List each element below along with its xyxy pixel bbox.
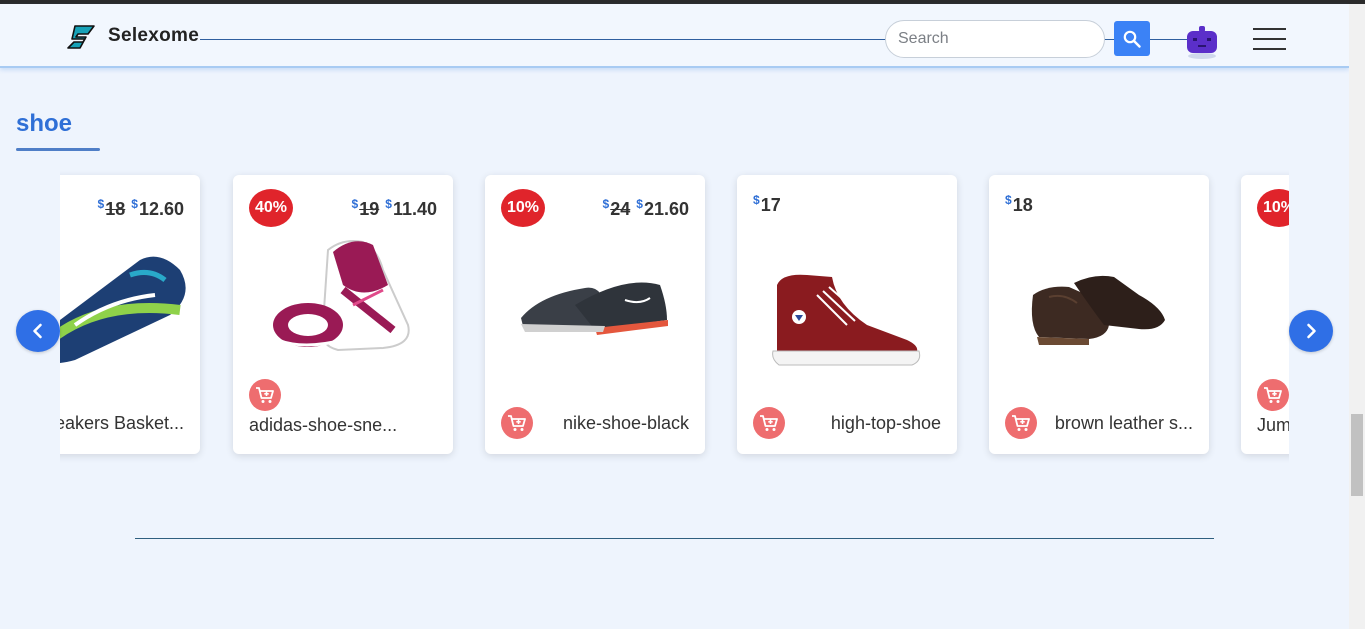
product-name[interactable]: Jum: [1257, 415, 1289, 436]
page-scrollbar[interactable]: [1349, 4, 1365, 629]
product-image[interactable]: [60, 220, 200, 370]
discount-badge: 10%: [1257, 189, 1289, 227]
product-card[interactable]: $17 high-top-shoe: [737, 175, 957, 454]
add-to-cart-icon: [508, 415, 526, 431]
section-underline: [16, 148, 100, 151]
price: 18: [1012, 195, 1033, 215]
add-to-cart-button[interactable]: [753, 407, 785, 439]
price-group: $18 $12.60: [97, 197, 184, 219]
carousel-next-button[interactable]: [1289, 310, 1333, 352]
hamburger-menu-icon[interactable]: [1253, 28, 1287, 52]
product-image[interactable]: [989, 265, 1209, 365]
price: 21.60: [643, 199, 689, 219]
product-name[interactable]: eakers Basket...: [60, 413, 184, 434]
site-header: Selexome: [0, 4, 1349, 68]
product-name[interactable]: brown leather s...: [1055, 413, 1193, 434]
product-image[interactable]: [233, 230, 453, 370]
price: 11.40: [392, 199, 437, 219]
add-to-cart-button[interactable]: [1257, 379, 1289, 411]
brand-logo-icon[interactable]: [66, 23, 96, 51]
add-to-cart-icon: [760, 415, 778, 431]
add-to-cart-button[interactable]: [1005, 407, 1037, 439]
search-icon: [1123, 30, 1141, 48]
price-group: $19 $11.40: [351, 197, 437, 219]
section-title: shoe: [16, 110, 73, 137]
product-image[interactable]: [737, 255, 957, 375]
search-input[interactable]: [885, 20, 1105, 58]
product-card[interactable]: 10% $24 $21.60 nike-shoe-black: [485, 175, 705, 454]
old-price: 18: [105, 199, 126, 219]
chevron-right-icon: [1307, 323, 1316, 339]
old-price: 19: [359, 199, 380, 219]
chevron-left-icon: [33, 323, 42, 339]
product-card[interactable]: $18 $12.60 eakers Basket...: [60, 175, 200, 454]
brand-name[interactable]: Selexome: [108, 25, 199, 47]
discount-badge: 40%: [249, 189, 293, 227]
add-to-cart-icon: [256, 387, 274, 403]
search-button[interactable]: [1114, 21, 1150, 56]
carousel-prev-button[interactable]: [16, 310, 60, 352]
product-image[interactable]: [485, 260, 705, 360]
product-name[interactable]: high-top-shoe: [831, 413, 941, 434]
price: 17: [760, 195, 781, 215]
price-group: $17: [753, 193, 781, 215]
product-carousel: $18 $12.60 eakers Basket... 40% $19 $11.40: [60, 170, 1289, 470]
add-to-cart-button[interactable]: [501, 407, 533, 439]
price: 12.60: [138, 199, 184, 219]
price-group: $18: [1005, 193, 1033, 215]
add-to-cart-icon: [1264, 387, 1282, 403]
discount-badge: 10%: [501, 189, 545, 227]
product-card[interactable]: 10% Jum: [1241, 175, 1289, 454]
price-group: $24 $21.60: [602, 197, 689, 219]
add-to-cart-button[interactable]: [249, 379, 281, 411]
robot-icon[interactable]: [1184, 26, 1220, 60]
product-card[interactable]: $18 brown leather s...: [989, 175, 1209, 454]
scrollbar-thumb[interactable]: [1351, 414, 1363, 496]
product-card[interactable]: 40% $19 $11.40 adidas-shoe-sne...: [233, 175, 453, 454]
product-name[interactable]: nike-shoe-black: [563, 413, 689, 434]
product-name[interactable]: adidas-shoe-sne...: [249, 415, 439, 436]
add-to-cart-icon: [1012, 415, 1030, 431]
old-price: 24: [610, 199, 631, 219]
section-divider: [135, 538, 1214, 539]
